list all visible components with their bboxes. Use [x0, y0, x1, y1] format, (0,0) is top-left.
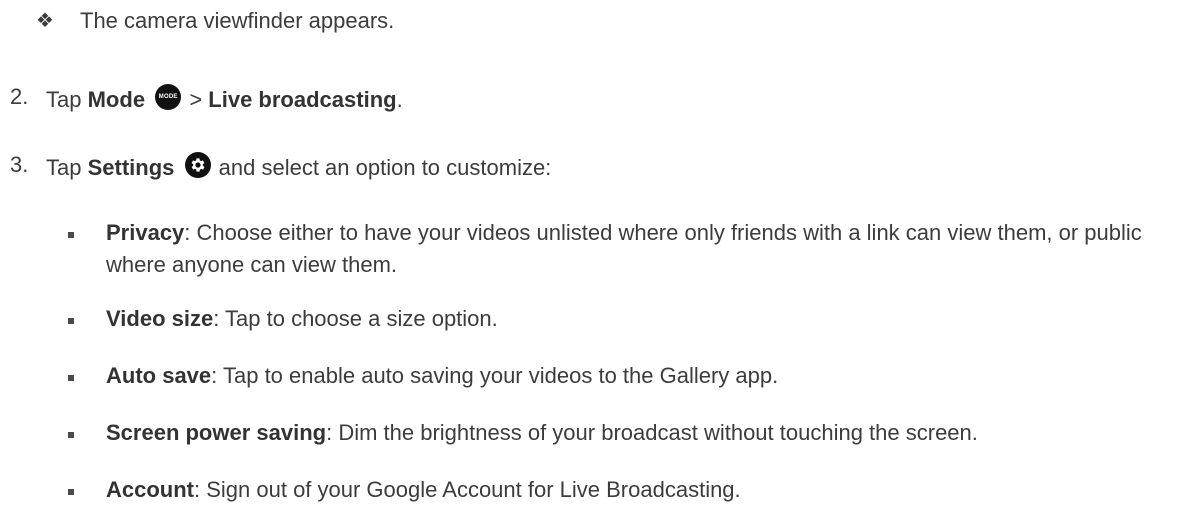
step-2-number: 2.	[10, 84, 29, 109]
step-2-end: .	[396, 87, 403, 112]
step-3-tap: Tap	[46, 155, 82, 180]
square-bullet-icon	[68, 318, 74, 324]
step1-note: The camera viewfinder appears.	[80, 8, 394, 34]
diamond-bullet-icon: ❖	[36, 10, 54, 32]
option-desc: : Dim the brightness of your broadcast w…	[326, 420, 978, 445]
step-3-number: 3.	[10, 152, 29, 177]
square-bullet-icon	[68, 232, 74, 238]
step-2-target: Live broadcasting	[208, 87, 397, 112]
step1-note-text: The camera viewfinder appears.	[80, 8, 395, 33]
step-3-settings-label: Settings	[87, 155, 175, 180]
option-video-size: Video size: Tap to choose a size option.	[106, 303, 1166, 335]
option-account: Account: Sign out of your Google Account…	[106, 474, 1166, 506]
option-desc: : Choose either to have your videos unli…	[106, 220, 1142, 277]
gear-icon	[184, 152, 211, 178]
option-label: Auto save	[106, 363, 212, 388]
option-label: Privacy	[106, 220, 185, 245]
step-2-mode-label: Mode	[87, 87, 146, 112]
option-privacy: Privacy: Choose either to have your vide…	[106, 217, 1166, 281]
option-auto-save: Auto save: Tap to enable auto saving you…	[106, 360, 1166, 392]
step-3: 3. Tap Settings and select an option to …	[10, 152, 551, 181]
option-label: Account	[106, 477, 194, 502]
option-desc: : Tap to choose a size option.	[213, 306, 498, 331]
option-desc: : Sign out of your Google Account for Li…	[194, 477, 741, 502]
square-bullet-icon	[68, 489, 74, 495]
option-screen-power-saving: Screen power saving: Dim the brightness …	[106, 417, 1166, 449]
step-2-separator: >	[189, 87, 203, 112]
mode-button-icon: MODE	[155, 84, 182, 110]
square-bullet-icon	[68, 375, 74, 381]
step-3-rest: and select an option to customize:	[218, 155, 552, 180]
option-desc: : Tap to enable auto saving your videos …	[211, 363, 779, 388]
step-2: 2. Tap Mode MODE > Live broadcasting.	[10, 84, 403, 113]
option-label: Screen power saving	[106, 420, 327, 445]
square-bullet-icon	[68, 432, 74, 438]
option-label: Video size	[106, 306, 214, 331]
step-2-tap: Tap	[46, 87, 82, 112]
